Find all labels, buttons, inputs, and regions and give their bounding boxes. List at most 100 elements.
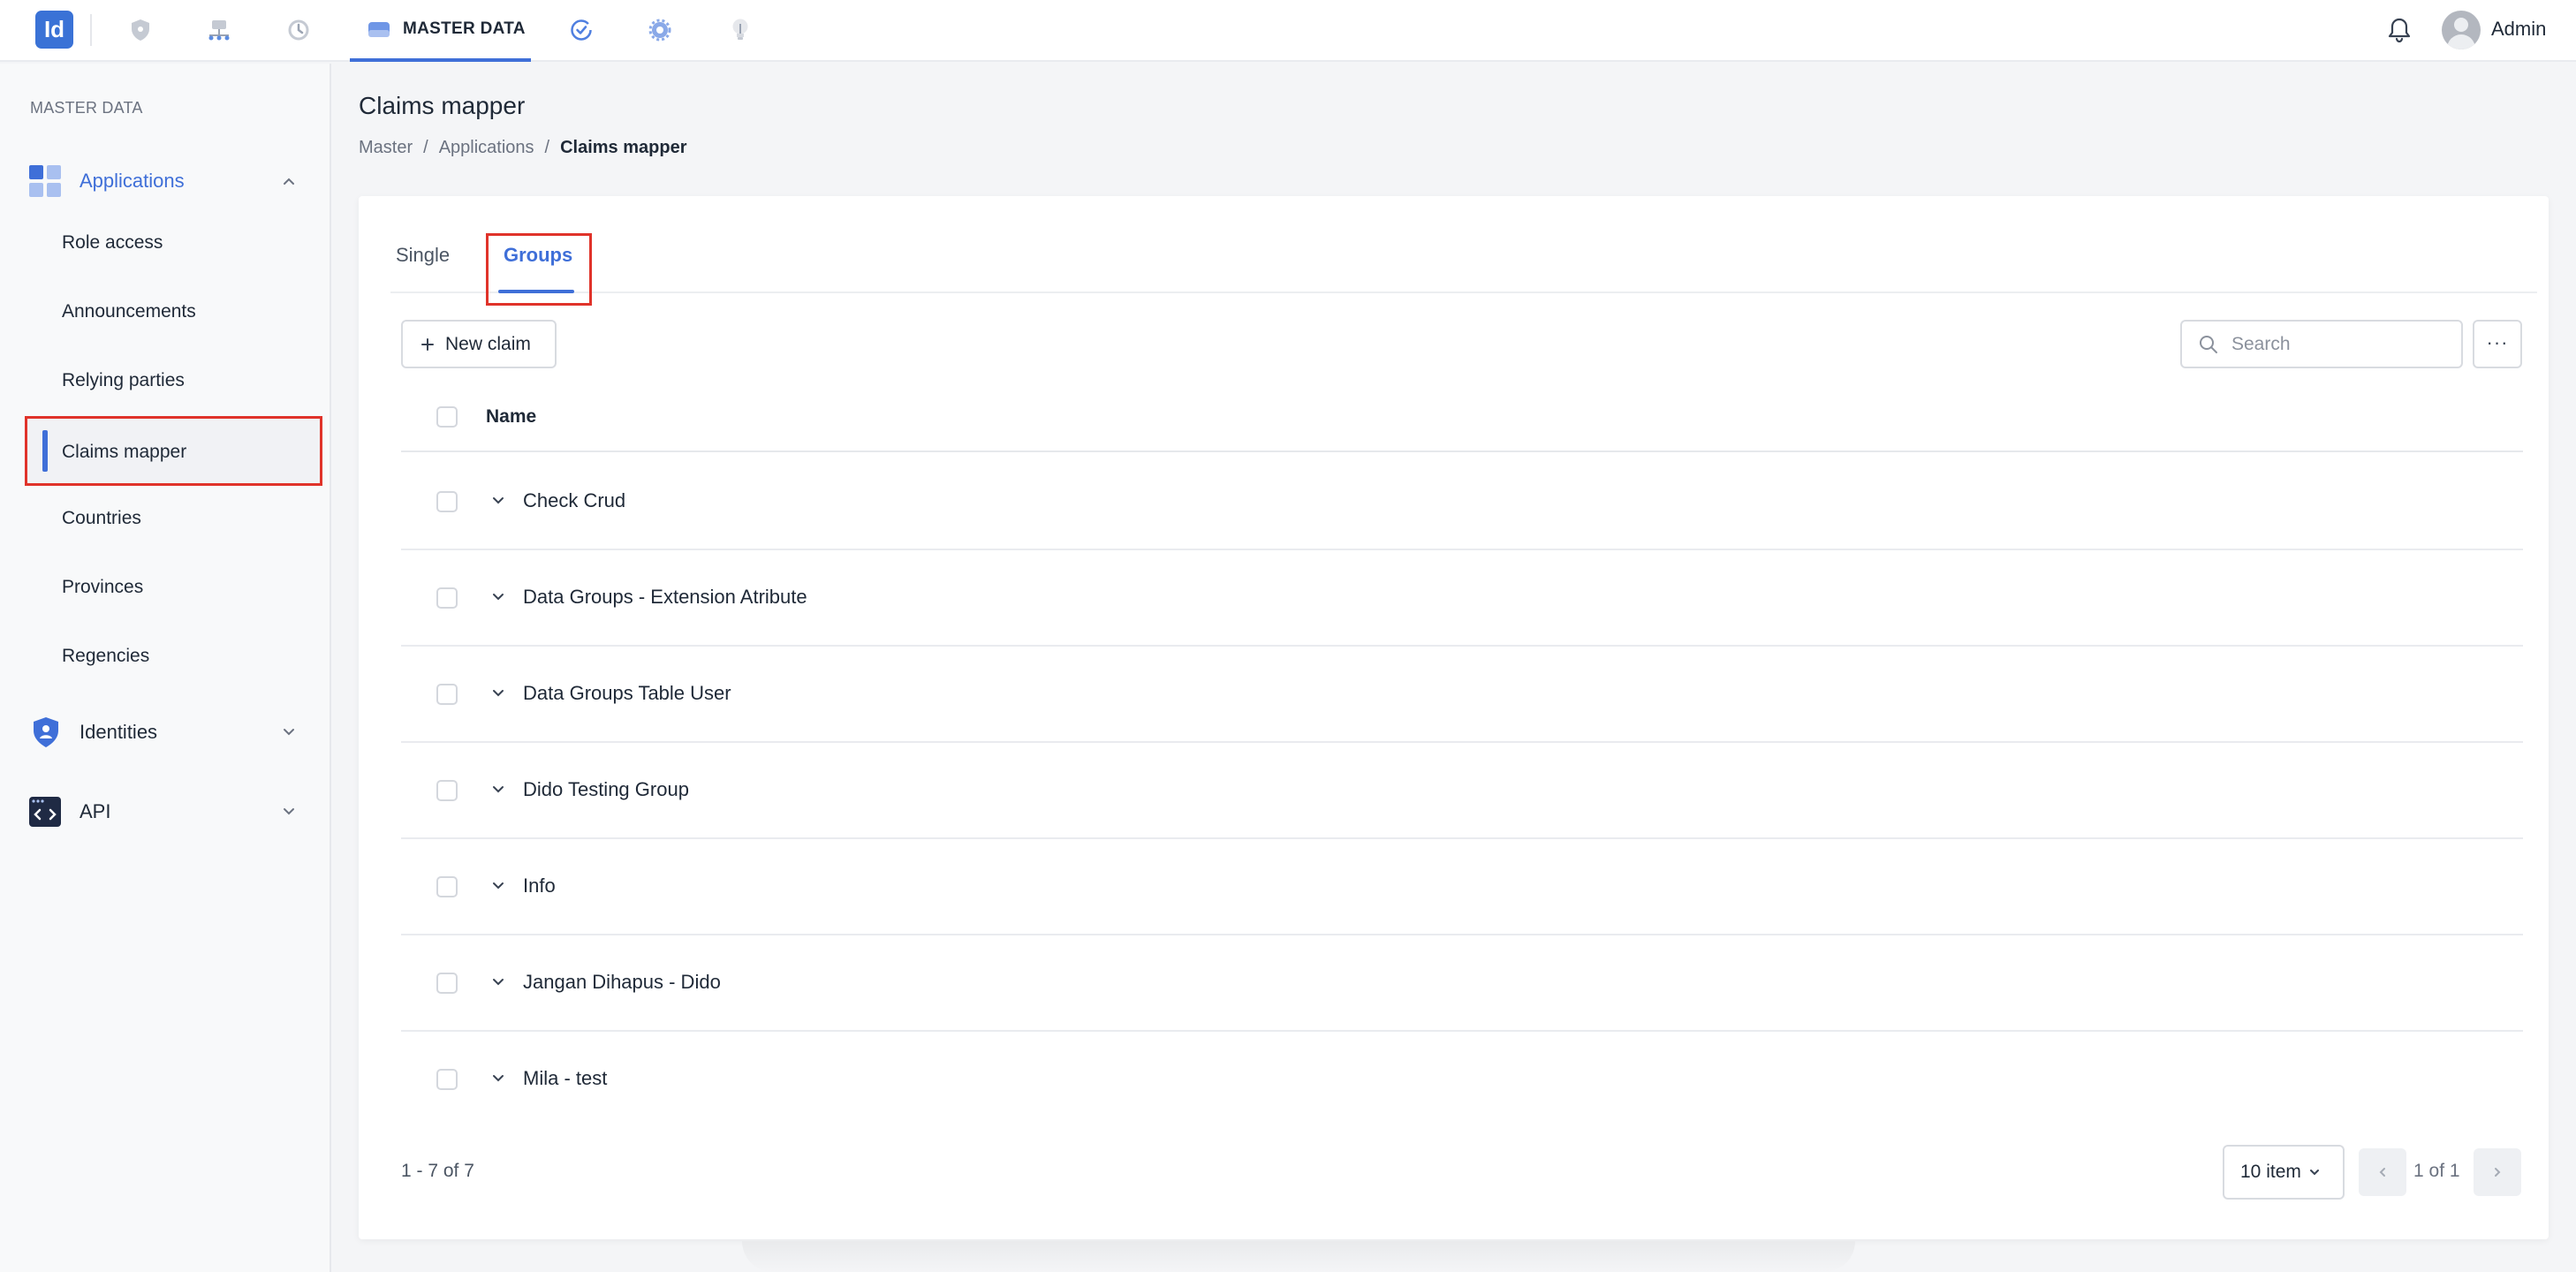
tab-master-data[interactable]: MASTER DATA <box>350 0 531 62</box>
breadcrumb-separator: / <box>423 138 428 157</box>
sidebar-heading: MASTER DATA <box>30 99 143 117</box>
active-tab-underline <box>498 290 574 293</box>
sidebar-group-applications[interactable]: Applications <box>0 155 331 208</box>
table-row[interactable]: Jangan Dihapus - Dido <box>401 935 2523 1032</box>
content-card: Single Groups New claim ··· Name Check C… <box>359 196 2549 1239</box>
top-bar: Id MASTER DATA Admin <box>0 0 2576 62</box>
chevron-right-icon <box>2495 1168 2501 1177</box>
row-checkbox[interactable] <box>436 491 458 512</box>
page-indicator: 1 of 1 <box>2413 1161 2460 1181</box>
sidebar-item-role-access[interactable]: Role access <box>62 232 163 254</box>
new-claim-button[interactable]: New claim <box>401 320 557 368</box>
row-checkbox[interactable] <box>436 876 458 897</box>
row-checkbox[interactable] <box>436 587 458 609</box>
chevron-down-icon[interactable] <box>489 588 507 606</box>
breadcrumb-applications[interactable]: Applications <box>439 138 534 158</box>
row-name: Dido Testing Group <box>523 778 689 800</box>
chevron-left-icon <box>2379 1168 2385 1177</box>
sidebar: MASTER DATA Applications Role access Ann… <box>0 64 331 1272</box>
tab-single[interactable]: Single <box>396 244 450 267</box>
sidebar-item-regencies[interactable]: Regencies <box>62 646 149 667</box>
sidebar-group-api[interactable]: API <box>0 785 331 838</box>
table-row[interactable]: Info <box>401 839 2523 935</box>
chevron-down-icon[interactable] <box>489 877 507 895</box>
table-header: Name <box>401 382 2523 452</box>
tab-master-data-label: MASTER DATA <box>403 19 526 38</box>
card-shadow <box>742 1241 1855 1272</box>
chevron-down-icon[interactable] <box>489 492 507 510</box>
sidebar-group-applications-label: Applications <box>80 170 185 192</box>
history-icon[interactable] <box>283 14 314 46</box>
sidebar-item-claims-mapper-label: Claims mapper <box>62 442 187 462</box>
chevron-down-icon[interactable] <box>489 973 507 991</box>
sidebar-item-provinces[interactable]: Provinces <box>62 577 143 598</box>
next-page-button[interactable] <box>2474 1148 2521 1196</box>
column-header-name[interactable]: Name <box>486 406 536 428</box>
tabs-divider <box>390 292 2537 293</box>
table-row[interactable]: Mila - test <box>401 1032 2523 1128</box>
more-options-button[interactable]: ··· <box>2473 320 2522 368</box>
active-indicator <box>42 430 48 472</box>
breadcrumb-separator: / <box>544 138 550 157</box>
chevron-down-icon[interactable] <box>489 781 507 799</box>
sidebar-group-api-label: API <box>80 800 111 822</box>
master-data-icon <box>368 22 390 37</box>
row-checkbox[interactable] <box>436 973 458 994</box>
table-row[interactable]: Check Crud <box>401 454 2523 550</box>
sidebar-item-countries[interactable]: Countries <box>62 508 141 529</box>
avatar-head <box>2454 18 2468 32</box>
tab-groups[interactable]: Groups <box>504 244 572 267</box>
row-checkbox[interactable] <box>436 780 458 801</box>
select-all-checkbox[interactable] <box>436 406 458 428</box>
page-size-value: 10 item <box>2240 1162 2301 1182</box>
row-name: Check Crud <box>523 489 626 511</box>
lightbulb-icon[interactable] <box>724 14 756 46</box>
sidebar-group-identities[interactable]: Identities <box>0 706 331 759</box>
avatar[interactable] <box>2442 11 2481 49</box>
row-checkbox[interactable] <box>436 684 458 705</box>
table-row[interactable]: Dido Testing Group <box>401 743 2523 839</box>
divider <box>90 14 92 46</box>
network-icon[interactable] <box>203 14 235 46</box>
applications-icon <box>29 165 61 197</box>
chevron-down-icon <box>2309 1170 2319 1176</box>
table-row[interactable]: Data Groups Table User <box>401 647 2523 743</box>
row-name: Info <box>523 874 556 897</box>
sidebar-item-announcements[interactable]: Announcements <box>62 301 196 322</box>
page-title: Claims mapper <box>359 92 526 119</box>
row-name: Mila - test <box>523 1067 608 1089</box>
breadcrumb: Master / Applications / Claims mapper <box>359 138 686 158</box>
gear-icon[interactable] <box>644 14 676 46</box>
sidebar-item-relying-parties[interactable]: Relying parties <box>62 370 185 391</box>
identity-shield-icon <box>34 717 58 747</box>
row-checkbox[interactable] <box>436 1069 458 1090</box>
search-icon <box>2200 336 2217 353</box>
new-claim-label: New claim <box>445 333 531 354</box>
avatar-body <box>2447 34 2475 49</box>
row-name: Data Groups - Extension Atribute <box>523 586 807 608</box>
search-box[interactable] <box>2180 320 2463 368</box>
previous-page-button[interactable] <box>2359 1148 2406 1196</box>
sidebar-item-claims-mapper[interactable]: Claims mapper <box>25 416 322 486</box>
chevron-up-icon <box>284 178 294 185</box>
search-input[interactable] <box>2231 332 2452 357</box>
row-name: Jangan Dihapus - Dido <box>523 971 721 993</box>
shield-icon[interactable] <box>125 14 156 46</box>
sidebar-group-identities-label: Identities <box>80 721 158 743</box>
chevron-down-icon <box>284 729 294 736</box>
breadcrumb-current: Claims mapper <box>560 138 687 157</box>
chevron-down-icon[interactable] <box>489 685 507 702</box>
page-size-select[interactable]: 10 item <box>2223 1145 2345 1200</box>
row-name: Data Groups Table User <box>523 682 731 704</box>
user-name[interactable]: Admin <box>2491 18 2546 41</box>
plus-icon <box>421 337 434 351</box>
pagination-range: 1 - 7 of 7 <box>401 1161 474 1181</box>
api-code-icon <box>29 797 61 827</box>
chevron-down-icon[interactable] <box>489 1070 507 1087</box>
notification-bell-icon[interactable] <box>2385 15 2413 45</box>
check-circle-icon[interactable] <box>565 14 597 46</box>
app-logo[interactable]: Id <box>35 11 73 49</box>
breadcrumb-master[interactable]: Master <box>359 138 413 158</box>
table-row[interactable]: Data Groups - Extension Atribute <box>401 550 2523 647</box>
chevron-down-icon <box>284 808 294 815</box>
